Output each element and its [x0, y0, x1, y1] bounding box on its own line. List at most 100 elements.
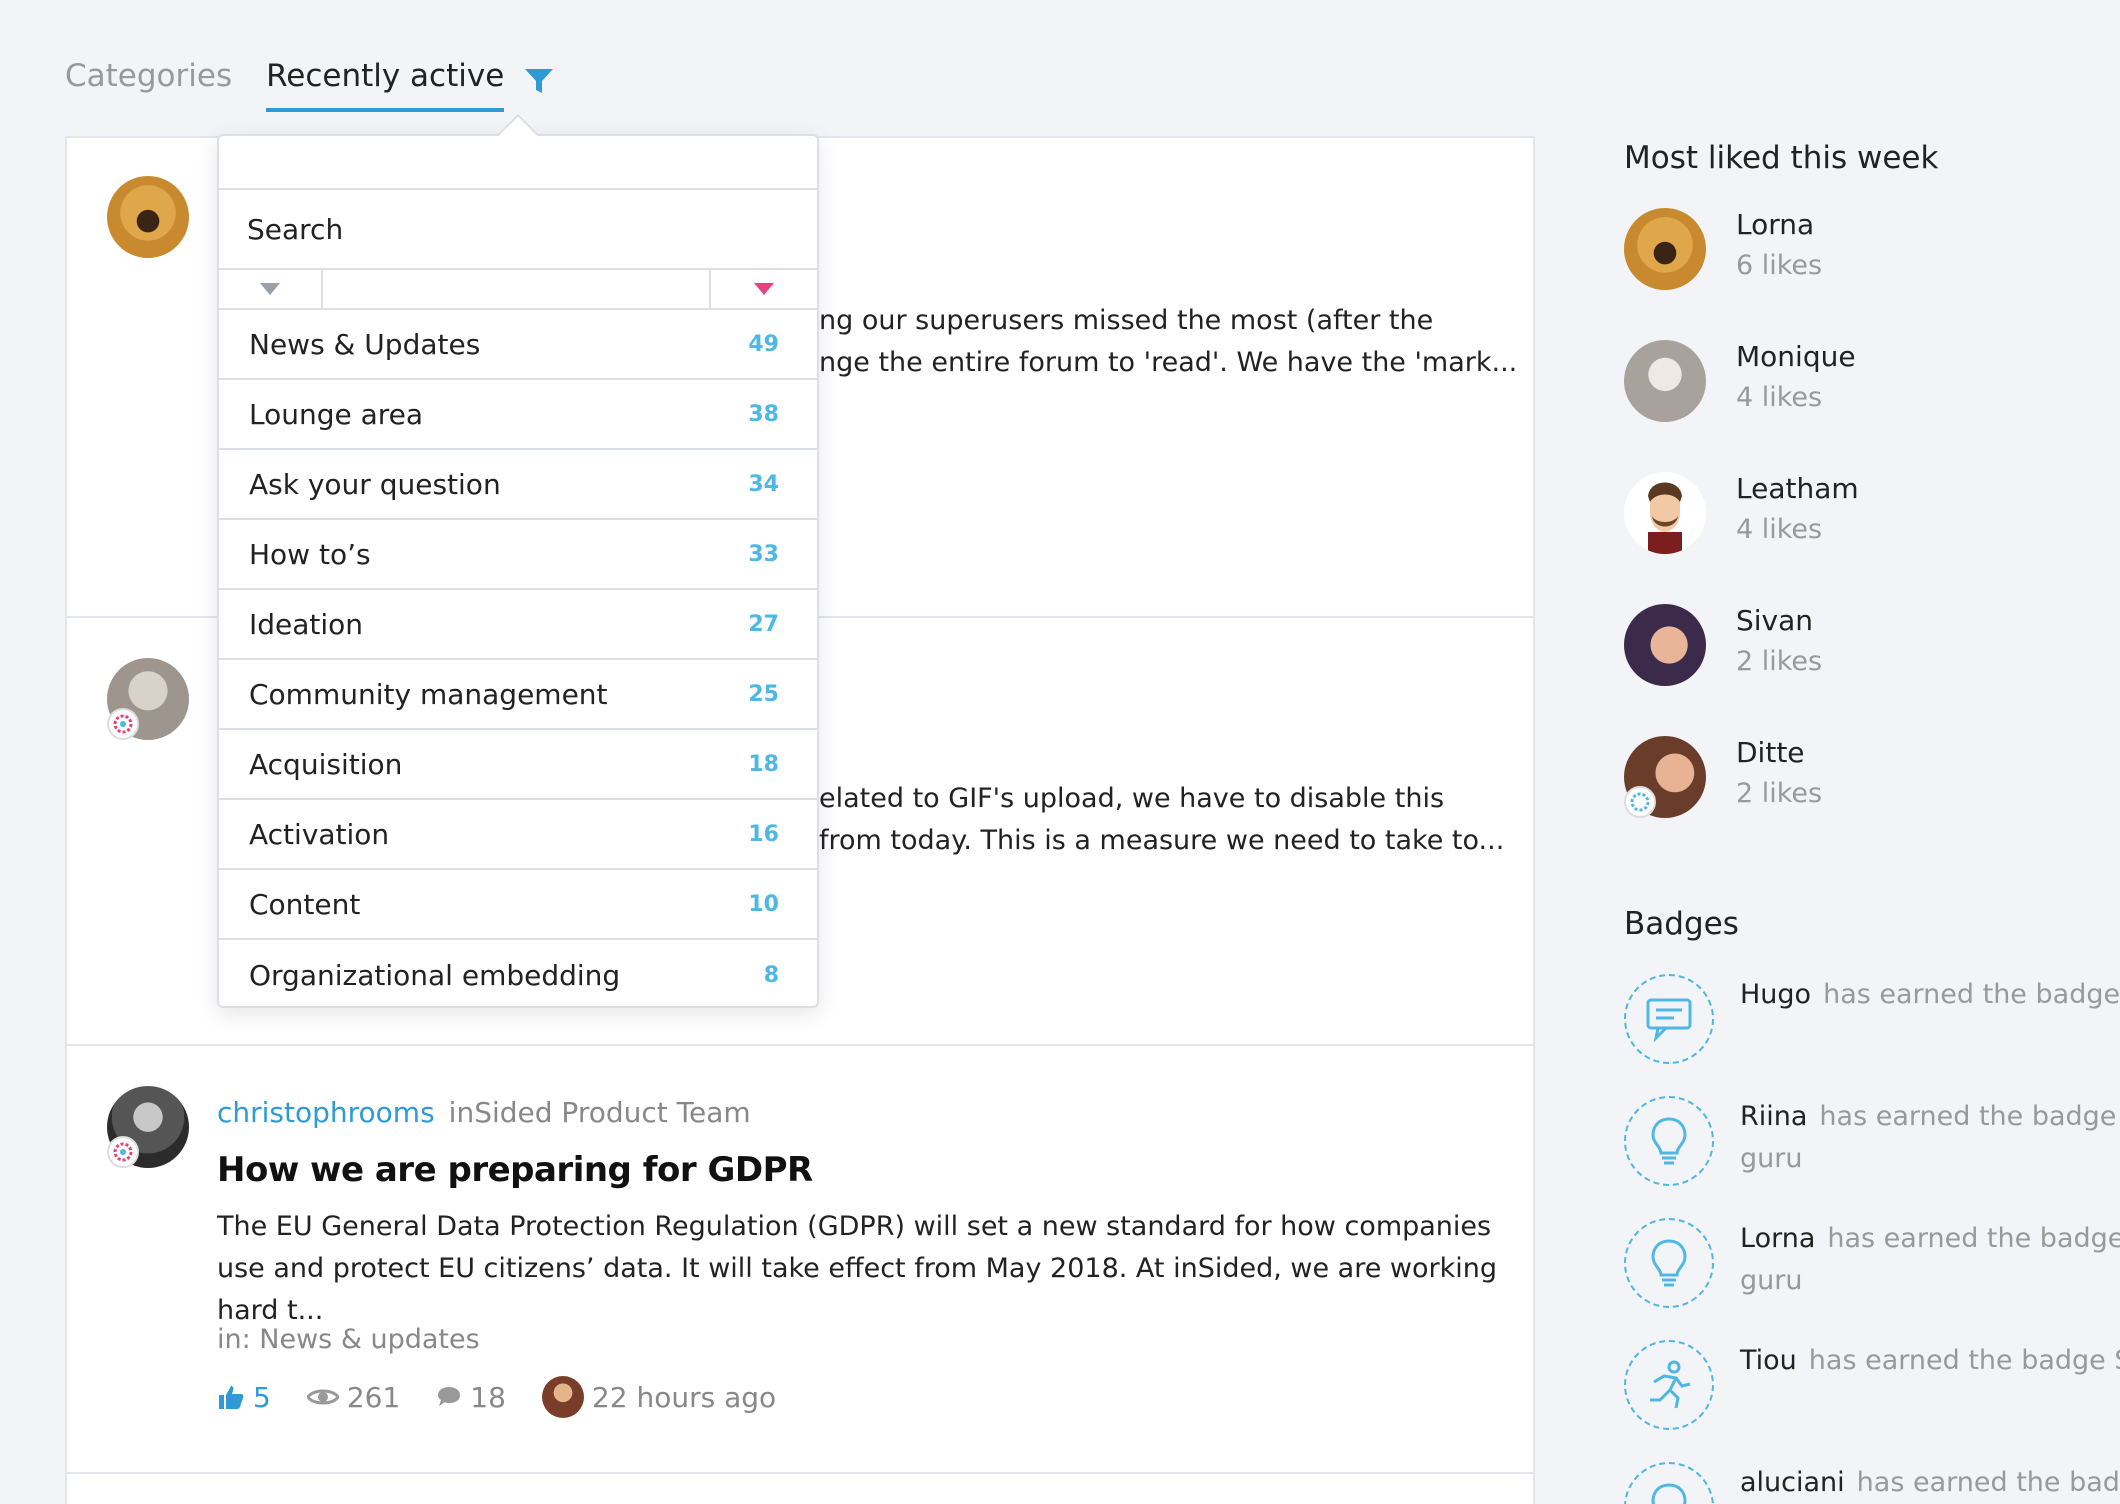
badge-desc: has earned the badg — [1856, 1467, 2120, 1498]
badge-text: aluciani has earned the badg — [1740, 1462, 2120, 1504]
badge-icon[interactable] — [1624, 1462, 1714, 1504]
last-reply-avatar[interactable] — [541, 1376, 584, 1418]
badge-item: Riina has earned the badge Id guru — [1624, 1096, 2120, 1188]
author-avatar[interactable] — [107, 176, 189, 258]
liker-likes: 2 likes — [1736, 646, 1823, 677]
liker-name[interactable]: Lorna — [1736, 208, 1814, 241]
liker-item: Ditte 2 likes — [1624, 736, 2024, 818]
liker-avatar[interactable] — [1624, 472, 1706, 554]
badge-user[interactable]: Riina — [1740, 1101, 1807, 1132]
comment-icon — [438, 1387, 461, 1406]
category-option[interactable]: Ideation 27 — [219, 590, 817, 660]
last-activity: 22 hours ago — [541, 1376, 776, 1418]
liker-item: Leatham 4 likes — [1624, 472, 2024, 554]
badge-item: Tiou has earned the badge Sp — [1624, 1340, 2120, 1432]
triangle-down-icon — [260, 283, 280, 295]
badge-desc-cont: guru — [1740, 1265, 1803, 1296]
view-count: 261 — [346, 1380, 401, 1414]
running-person-icon — [1650, 1360, 1691, 1409]
category-option[interactable]: How to’s 33 — [219, 520, 817, 590]
post-meta: 5 261 18 22 hours ago — [217, 1376, 776, 1418]
sort-spacer — [323, 270, 711, 308]
filter-icon[interactable] — [524, 68, 554, 96]
rank-badge-icon — [107, 708, 139, 740]
badge-icon[interactable] — [1624, 1218, 1714, 1308]
liker-likes: 6 likes — [1736, 250, 1823, 281]
category-count: 34 — [748, 471, 779, 497]
lightbulb-icon — [1651, 1239, 1687, 1287]
badge-icon[interactable] — [1624, 1340, 1714, 1430]
chat-bubble-icon — [1646, 998, 1692, 1042]
category-option[interactable]: Lounge area 38 — [219, 380, 817, 450]
liker-likes: 4 likes — [1736, 382, 1823, 413]
sort-name-toggle[interactable] — [219, 270, 323, 308]
category-search-input[interactable]: Search — [219, 190, 817, 270]
feed-tabs: Categories Recently active — [65, 58, 554, 122]
badge-text: Tiou has earned the badge Sp — [1740, 1340, 2120, 1382]
eye-icon — [306, 1389, 339, 1405]
category-option[interactable]: Acquisition 18 — [219, 730, 817, 800]
category-option[interactable]: News & Updates 49 — [219, 310, 817, 380]
badge-user[interactable]: aluciani — [1740, 1467, 1845, 1498]
liker-name[interactable]: Sivan — [1736, 604, 1813, 637]
rank-badge-icon — [1624, 786, 1656, 818]
category-label: News & Updates — [249, 327, 481, 361]
badges-heading: Badges — [1624, 906, 1739, 942]
tab-categories[interactable]: Categories — [65, 58, 232, 108]
post-excerpt-line1: ng our superusers missed the most (after… — [819, 305, 1434, 336]
liker-avatar[interactable] — [1624, 340, 1706, 422]
like-button[interactable]: 5 — [217, 1381, 271, 1414]
post-author-line: christophrooms inSided Product Team — [217, 1096, 751, 1129]
badge-user[interactable]: Lorna — [1740, 1223, 1815, 1254]
post-excerpt-line2: from today. This is a measure we need to… — [819, 825, 1505, 856]
post-excerpt: The EU General Data Protection Regulatio… — [217, 1211, 1497, 1326]
badge-desc: has earned the badge I — [1827, 1223, 2120, 1254]
badge-text: Riina has earned the badge Id guru — [1740, 1096, 2120, 1180]
rank-badge-icon — [107, 1136, 139, 1168]
badge-user[interactable]: Tiou — [1740, 1345, 1797, 1376]
post-excerpt-line1: elated to GIF's upload, we have to disab… — [819, 783, 1445, 814]
category-count: 38 — [748, 401, 779, 427]
post-title[interactable]: How we are preparing for GDPR — [217, 1150, 813, 1190]
post-category[interactable]: in: News & updates — [217, 1324, 480, 1355]
thumbs-up-icon — [219, 1386, 244, 1409]
like-count: 5 — [253, 1380, 271, 1414]
tab-recently-active[interactable]: Recently active — [266, 58, 505, 112]
category-count: 10 — [748, 891, 779, 917]
liker-name[interactable]: Monique — [1736, 340, 1856, 373]
badge-user[interactable]: Hugo — [1740, 979, 1811, 1010]
sort-bar — [219, 270, 817, 310]
category-count: 49 — [748, 331, 779, 357]
badge-icon[interactable] — [1624, 974, 1714, 1064]
sort-count-toggle[interactable] — [711, 270, 817, 308]
post-card[interactable]: christophrooms inSided Product Team How w… — [67, 1046, 1533, 1474]
category-label: Community management — [249, 677, 608, 711]
lightbulb-icon — [1651, 1483, 1687, 1504]
category-count: 16 — [748, 821, 779, 847]
liker-avatar[interactable] — [1624, 208, 1706, 290]
liker-likes: 4 likes — [1736, 514, 1823, 545]
category-label: Ask your question — [249, 467, 501, 501]
lightbulb-icon — [1651, 1117, 1687, 1165]
author-name-link[interactable]: christophrooms — [217, 1096, 435, 1129]
category-option[interactable]: Organizational embedding 8 — [219, 940, 817, 1010]
category-option[interactable]: Content 10 — [219, 870, 817, 940]
category-label: Lounge area — [249, 397, 424, 431]
category-option[interactable]: Activation 16 — [219, 800, 817, 870]
category-label: Content — [249, 887, 361, 921]
category-filter-dropdown: Search News & Updates 49 Lounge area 38 As… — [217, 113, 819, 1010]
liker-name[interactable]: Ditte — [1736, 736, 1805, 769]
post-excerpt-line2: nge the entire forum to 'read'. We have … — [819, 347, 1518, 378]
liker-item: Lorna 6 likes — [1624, 208, 2024, 290]
comments-stat[interactable]: 18 — [436, 1381, 506, 1414]
category-label: Organizational embedding — [249, 958, 621, 992]
liker-avatar[interactable] — [1624, 604, 1706, 686]
person-avatar-icon — [1648, 482, 1682, 554]
badge-icon[interactable] — [1624, 1096, 1714, 1186]
badge-item: Hugo has earned the badge I — [1624, 974, 2120, 1066]
category-count: 33 — [748, 541, 779, 567]
badge-desc: has earned the badge Sp — [1808, 1345, 2120, 1376]
liker-name[interactable]: Leatham — [1736, 472, 1859, 505]
category-option[interactable]: Ask your question 34 — [219, 450, 817, 520]
category-option[interactable]: Community management 25 — [219, 660, 817, 730]
